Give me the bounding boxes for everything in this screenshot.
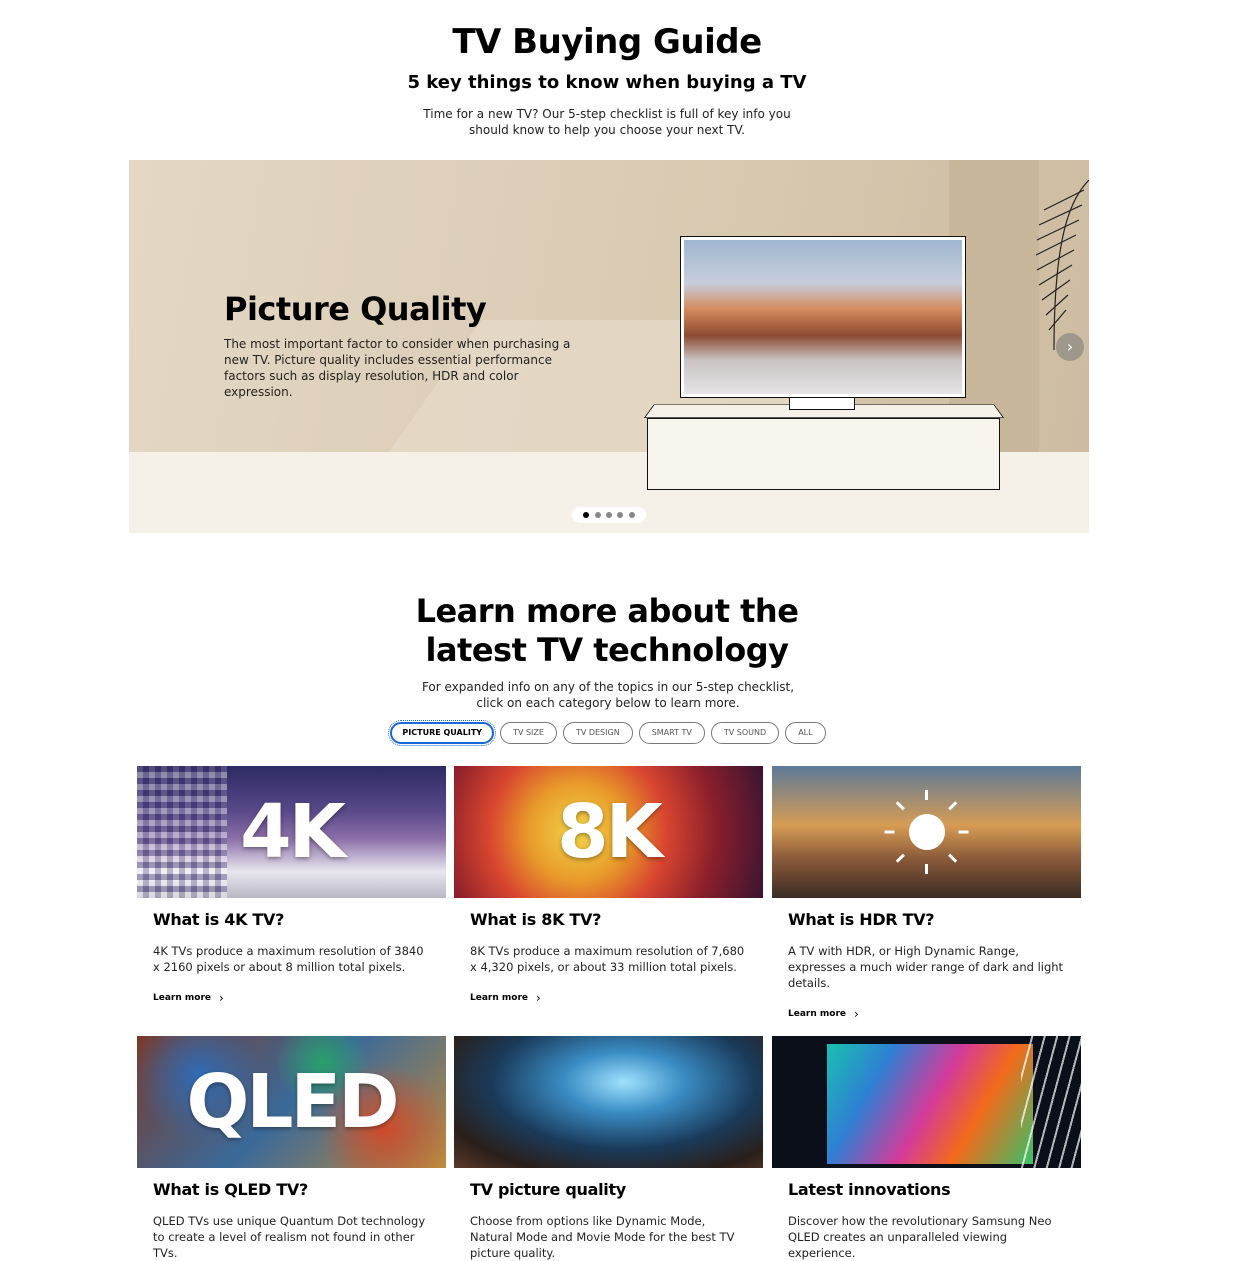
carousel-dot[interactable]	[617, 512, 624, 518]
card-title[interactable]: What is 8K TV?	[470, 910, 763, 929]
carousel-dot[interactable]	[594, 512, 601, 518]
learn-more-label: Learn more	[153, 993, 211, 1003]
page-title: TV Buying Guide	[452, 22, 762, 62]
learn-more-label: Learn more	[788, 1009, 846, 1019]
carousel-dot[interactable]	[628, 512, 635, 518]
page-subtitle: 5 key things to know when buying a TV	[407, 72, 807, 93]
article-card-picture-quality[interactable]: TV picture quality Choose from options l…	[454, 1036, 763, 1261]
card-image-hdr[interactable]	[772, 766, 1081, 898]
light-lines	[1021, 1036, 1081, 1168]
card-title[interactable]: What is HDR TV?	[788, 910, 1081, 929]
card-description: Choose from options like Dynamic Mode, N…	[470, 1214, 735, 1260]
tv-neck	[789, 398, 855, 410]
page-description: Time for a new TV? Our 5-step checklist …	[423, 107, 791, 137]
card-description: 4K TVs produce a maximum resolution of 3…	[153, 944, 424, 974]
chevron-right-icon: ›	[854, 1007, 859, 1021]
article-card-8k[interactable]: 8K What is 8K TV? 8K TVs produce a maxim…	[454, 766, 763, 1026]
card-title[interactable]: Latest innovations	[788, 1180, 1081, 1199]
learn-more-label: Learn more	[470, 993, 528, 1003]
article-card-latest-innovations[interactable]: Latest innovations Discover how the revo…	[772, 1036, 1081, 1261]
carousel-pagination	[572, 507, 646, 523]
carousel-next-button[interactable]: ›	[1056, 333, 1084, 361]
tab-all[interactable]: ALL	[785, 722, 826, 744]
section-title: Learn more about the latest TV technolog…	[0, 592, 1214, 670]
plant-icon	[1035, 180, 1089, 350]
card-description: 8K TVs produce a maximum resolution of 7…	[470, 944, 745, 974]
tab-picture-quality[interactable]: PICTURE QUALITY	[388, 720, 497, 746]
banner-description: The most important factor to consider wh…	[224, 337, 571, 399]
learn-more-link[interactable]: Learn more ›	[470, 991, 541, 1005]
section-title-line2: latest TV technology	[425, 631, 789, 669]
card-image-neo-qled[interactable]	[772, 1036, 1081, 1168]
card-title[interactable]: TV picture quality	[470, 1180, 763, 1199]
card-title[interactable]: What is 4K TV?	[153, 910, 446, 929]
tv-illustration	[680, 236, 966, 398]
tab-smart-tv[interactable]: SMART TV	[638, 722, 705, 744]
pixel-pattern	[137, 766, 227, 898]
tab-tv-sound[interactable]: TV SOUND	[710, 722, 780, 744]
tab-tv-design[interactable]: TV DESIGN	[562, 722, 633, 744]
article-card-qled[interactable]: QLED What is QLED TV? QLED TVs use uniqu…	[137, 1036, 446, 1261]
category-filter-tabs: PICTURE QUALITY TV SIZE TV DESIGN SMART …	[0, 720, 1216, 746]
carousel-dot[interactable]	[605, 512, 612, 518]
section-title-line1: Learn more about the	[415, 592, 799, 630]
card-image-8k[interactable]: 8K	[454, 766, 763, 898]
card-image-label: 4K	[240, 789, 346, 875]
tab-tv-size[interactable]: TV SIZE	[500, 722, 557, 744]
article-card-hdr[interactable]: What is HDR TV? A TV with HDR, or High D…	[772, 766, 1081, 1026]
neo-qled-screen	[827, 1044, 1033, 1164]
article-card-4k[interactable]: 4K What is 4K TV? 4K TVs produce a maxim…	[137, 766, 446, 1026]
learn-more-link[interactable]: Learn more ›	[153, 991, 224, 1005]
banner-title: Picture Quality	[224, 290, 487, 328]
card-image-label: QLED	[186, 1059, 399, 1145]
carousel-dot[interactable]	[583, 512, 590, 518]
learn-more-link[interactable]: Learn more ›	[788, 1007, 859, 1021]
card-description: QLED TVs use unique Quantum Dot technolo…	[153, 1214, 426, 1260]
card-image-4k[interactable]: 4K	[137, 766, 446, 898]
card-image-cave[interactable]	[454, 1036, 763, 1168]
card-description: Discover how the revolutionary Samsung N…	[788, 1214, 1052, 1260]
tv-stand	[647, 418, 1000, 490]
hero-banner: Picture Quality The most important facto…	[129, 160, 1089, 533]
sun-icon	[884, 790, 968, 874]
card-image-qled[interactable]: QLED	[137, 1036, 446, 1168]
chevron-right-icon: ›	[219, 991, 224, 1005]
tv-screen-image	[684, 240, 962, 394]
card-description: A TV with HDR, or High Dynamic Range, ex…	[788, 944, 1064, 990]
chevron-right-icon: ›	[536, 991, 541, 1005]
card-title[interactable]: What is QLED TV?	[153, 1180, 446, 1199]
section-description: For expanded info on any of the topics i…	[421, 680, 795, 710]
card-image-label: 8K	[557, 789, 663, 875]
